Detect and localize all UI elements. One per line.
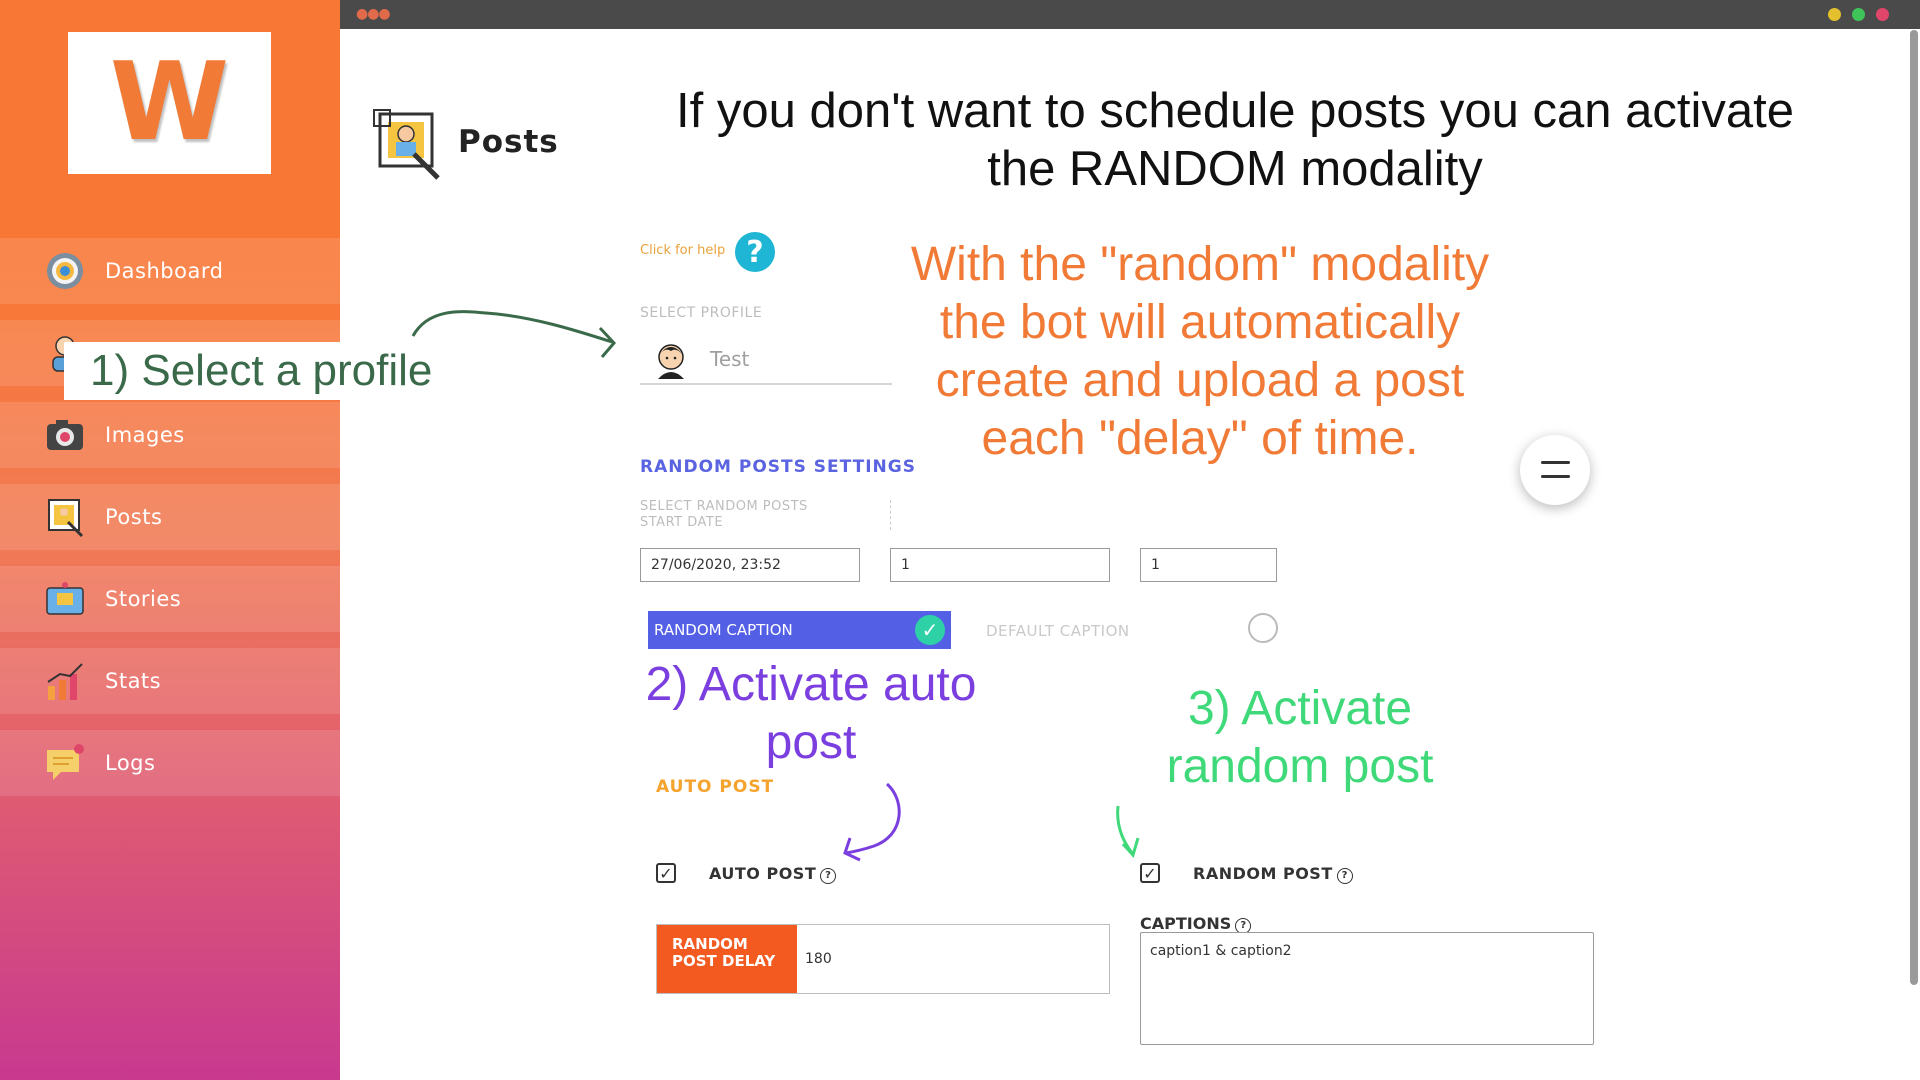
annotation-step3: 3) Activate random post <box>1166 682 1434 793</box>
captions-label: CAPTIONS? <box>1140 914 1252 934</box>
profile-avatar-icon <box>658 344 684 379</box>
arrow-step3 <box>1116 805 1140 858</box>
menu-icon-line <box>1541 475 1570 478</box>
sidebar-item-label: Stats <box>105 669 162 693</box>
sidebar-item-label: Images <box>105 423 185 447</box>
page-title: Posts <box>458 124 559 160</box>
help-circle-icon[interactable]: ? <box>820 867 837 884</box>
sidebar-item-label: Stories <box>105 587 182 611</box>
sidebar-item-label: Dashboard <box>105 259 224 283</box>
profile-select[interactable]: Test <box>640 333 892 385</box>
arrow-step1 <box>411 310 617 358</box>
tutorial-headline: If you don't want to schedule posts you … <box>676 84 1794 196</box>
annotation-step2: 2) Activate auto post <box>645 658 977 769</box>
menu-icon-line <box>1541 461 1570 464</box>
menu-button[interactable] <box>1520 435 1590 505</box>
posts-icon <box>48 499 84 538</box>
window-titlebar: ●●● <box>340 0 1920 29</box>
field-divider <box>890 500 892 530</box>
auto-post-label-text: AUTO POST <box>709 864 817 883</box>
checkmark-icon: ✓ <box>915 615 945 645</box>
stories-icon <box>46 582 84 615</box>
window-close-button[interactable] <box>1876 8 1889 21</box>
auto-post-checkbox[interactable]: ✓ <box>656 863 676 883</box>
help-circle-icon[interactable]: ? <box>1336 867 1353 884</box>
auto-post-label: AUTO POST? <box>709 864 837 884</box>
auto-post-section-title: AUTO POST <box>656 777 775 797</box>
sidebar-item-stories[interactable]: Stories <box>0 566 340 632</box>
logo-letter: W <box>109 40 230 165</box>
sidebar-item-label: Logs <box>105 751 156 775</box>
app-logo[interactable]: W <box>68 32 271 174</box>
stats-icon <box>47 663 83 700</box>
random-setting-input-2[interactable]: 1 <box>890 548 1110 582</box>
sidebar-item-images[interactable]: Images <box>0 402 340 468</box>
default-caption-radio[interactable] <box>1248 613 1278 643</box>
random-posts-settings-title: RANDOM POSTS SETTINGS <box>640 457 916 477</box>
start-date-input[interactable]: 27/06/2020, 23:52 <box>640 548 860 582</box>
logs-icon <box>47 744 84 780</box>
annotation-random-explanation: With the "random" modality the bot will … <box>910 238 1490 465</box>
random-setting-input-3[interactable]: 1 <box>1140 548 1277 582</box>
window-minimize-button[interactable] <box>1828 8 1841 21</box>
default-caption-label: DEFAULT CAPTION <box>986 622 1130 640</box>
sidebar-item-dashboard[interactable]: Dashboard <box>0 238 340 304</box>
start-date-label: SELECT RANDOM POSTS START DATE <box>640 499 808 530</box>
captions-value: caption1 & caption2 <box>1150 943 1292 959</box>
camera-icon <box>47 420 83 450</box>
page-scrollbar[interactable] <box>1910 30 1918 985</box>
help-link[interactable]: Click for help <box>640 243 725 258</box>
random-post-delay-value: 180 <box>805 951 832 967</box>
sidebar-item-logs[interactable]: Logs <box>0 730 340 796</box>
random-post-delay-field[interactable]: RANDOM POST DELAY 180 <box>656 924 1110 994</box>
window-menu-dots[interactable]: ●●● <box>356 6 391 22</box>
random-caption-option[interactable]: RANDOM CAPTION ✓ <box>648 611 951 649</box>
window-maximize-button[interactable] <box>1852 8 1865 21</box>
random-caption-label: RANDOM CAPTION <box>654 621 793 639</box>
sidebar-item-posts[interactable]: Posts <box>0 484 340 550</box>
sidebar: W Dashboard Images Posts Stories Stats L… <box>0 0 340 1080</box>
captions-label-text: CAPTIONS <box>1140 914 1232 933</box>
help-button[interactable]: ? <box>735 232 775 272</box>
dashboard-icon <box>47 253 83 289</box>
select-profile-label: SELECT PROFILE <box>640 305 763 321</box>
random-post-checkbox[interactable]: ✓ <box>1140 863 1160 883</box>
annotation-step1: 1) Select a profile <box>64 342 440 400</box>
sidebar-item-stats[interactable]: Stats <box>0 648 340 714</box>
random-post-label-text: RANDOM POST <box>1193 864 1333 883</box>
random-post-label: RANDOM POST? <box>1193 864 1353 884</box>
captions-textarea[interactable]: caption1 & caption2 <box>1140 932 1594 1045</box>
selected-profile-name: Test <box>710 347 750 371</box>
sidebar-item-label: Posts <box>105 505 163 529</box>
random-post-delay-label: RANDOM POST DELAY <box>657 925 797 993</box>
arrow-step2 <box>843 782 901 862</box>
posts-header-icon <box>373 109 440 180</box>
